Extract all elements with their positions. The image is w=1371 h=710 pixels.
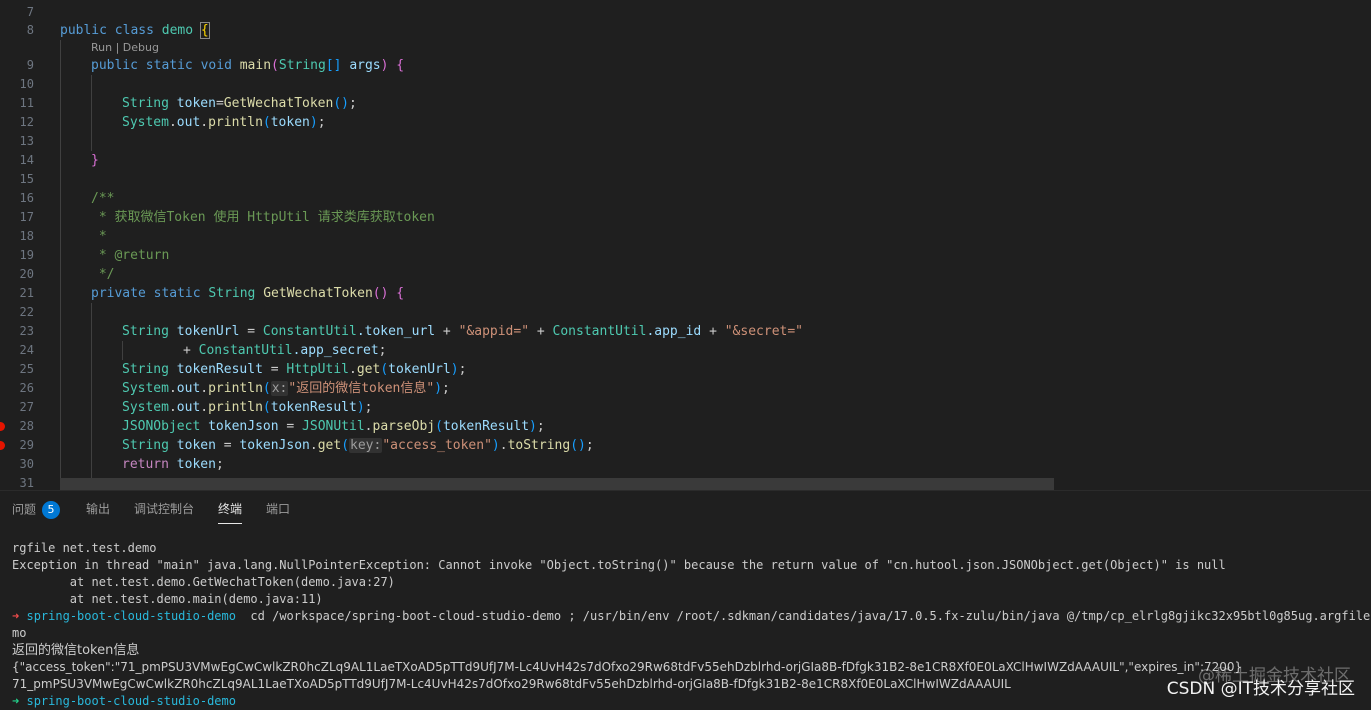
code-line-17: * 获取微信Token 使用 HttpUtil 请求类库获取token [91, 210, 435, 225]
prompt-arrow-icon: ➜ [12, 694, 20, 708]
line-number: 27 [19, 400, 34, 414]
inlay-hint: x: [270, 381, 289, 396]
line-number: 20 [19, 267, 34, 281]
line-number: 29 [19, 438, 34, 452]
code-editor[interactable]: 7 8 9 10 11 12 13 14 15 16 17 18 19 20 2… [0, 0, 1371, 490]
code-line-27: System.out.println(tokenResult); [122, 400, 373, 415]
line-number: 18 [19, 229, 34, 243]
line-number: 26 [19, 381, 34, 395]
line-number: 7 [26, 5, 34, 19]
tab-terminal[interactable]: 终端 [218, 501, 243, 524]
terminal-line: rgfile net.test.demo [12, 541, 157, 555]
code-line-16: /** [91, 191, 115, 206]
code-line-8: public class demo { [60, 22, 210, 39]
terminal-line: {"access_token":"71_pmPSU3VMwEgCwCwlkZR0… [12, 660, 1243, 674]
line-number: 10 [19, 77, 34, 91]
line-number: 15 [19, 172, 34, 186]
code-line-26: System.out.println(x:"返回的微信token信息"); [122, 381, 450, 396]
line-number: 19 [19, 248, 34, 262]
line-number: 13 [19, 134, 34, 148]
line-number: 12 [19, 115, 34, 129]
tab-output[interactable]: 输出 [86, 501, 110, 517]
terminal-line: 返回的微信token信息 [12, 643, 140, 658]
code-line-21: private static String GetWechatToken() { [91, 286, 405, 301]
tab-problems[interactable]: 问题 5 [12, 501, 61, 519]
line-number: 24 [19, 343, 34, 357]
code-line-30: return token; [122, 457, 224, 472]
line-number: 28 [19, 419, 34, 433]
indent-guide [122, 341, 123, 360]
code-line-24: + ConstantUtil.app_secret; [183, 343, 387, 358]
panel-tabs: 问题 5 输出 调试控制台 终端 端口 [0, 491, 1371, 527]
indent-guide [91, 75, 92, 151]
code-line-19: * @return [91, 248, 170, 263]
tab-debug-console[interactable]: 调试控制台 [134, 501, 194, 517]
line-number: 22 [19, 305, 34, 319]
code-line-29: String token = tokenJson.get(key:"access… [122, 438, 594, 453]
codelens-run-debug[interactable]: Run | Debug [91, 41, 159, 55]
bottom-panel: 问题 5 输出 调试控制台 终端 端口 rgfile net.test.demo … [0, 490, 1371, 708]
line-number: 31 [19, 476, 34, 490]
code-line-18: * [91, 229, 107, 244]
watermark: CSDN @IT技术分享社区 [1166, 679, 1355, 699]
code-line-23: String tokenUrl = ConstantUtil.token_url… [122, 324, 804, 339]
line-number: 16 [19, 191, 34, 205]
line-number: 30 [19, 457, 34, 471]
code-line-28: JSONObject tokenJson = JSONUtil.parseObj… [122, 419, 545, 434]
terminal-prompt-line: ➜ spring-boot-cloud-studio-demo cd /work… [12, 609, 1371, 623]
code-line-11: String token=GetWechatToken(); [122, 96, 357, 111]
tab-ports[interactable]: 端口 [266, 501, 290, 517]
horizontal-scrollbar[interactable] [60, 478, 1054, 490]
terminal-line: mo [12, 626, 27, 640]
line-number: 21 [19, 286, 34, 300]
line-number: 14 [19, 153, 34, 167]
terminal-line: 71_pmPSU3VMwEgCwCwlkZR0hcZLq9AL1LaeTXoAD… [12, 677, 1011, 691]
line-number: 17 [19, 210, 34, 224]
line-number: 25 [19, 362, 34, 376]
code-line-25: String tokenResult = HttpUtil.get(tokenU… [122, 362, 467, 377]
problems-count-badge: 5 [42, 501, 61, 519]
prompt-arrow-icon: ➜ [12, 609, 20, 623]
terminal-line: Exception in thread "main" java.lang.Nul… [12, 558, 1226, 572]
indent-guide [91, 303, 92, 478]
terminal-line: at net.test.demo.main(demo.java:11) [12, 592, 323, 606]
code-line-9: public static void main(String[] args) { [91, 58, 405, 73]
code-line-14: } [91, 153, 99, 168]
code-line-20: */ [91, 267, 115, 282]
inlay-hint: key: [349, 438, 383, 453]
line-number: 8 [26, 23, 34, 37]
line-number: 23 [19, 324, 34, 338]
terminal-line: at net.test.demo.GetWechatToken(demo.jav… [12, 575, 395, 589]
indent-guide [60, 40, 61, 480]
line-number: 9 [26, 58, 34, 72]
terminal-prompt-line: ➜ spring-boot-cloud-studio-demo [12, 694, 236, 708]
code-line-12: System.out.println(token); [122, 115, 326, 130]
line-number: 11 [19, 96, 34, 110]
